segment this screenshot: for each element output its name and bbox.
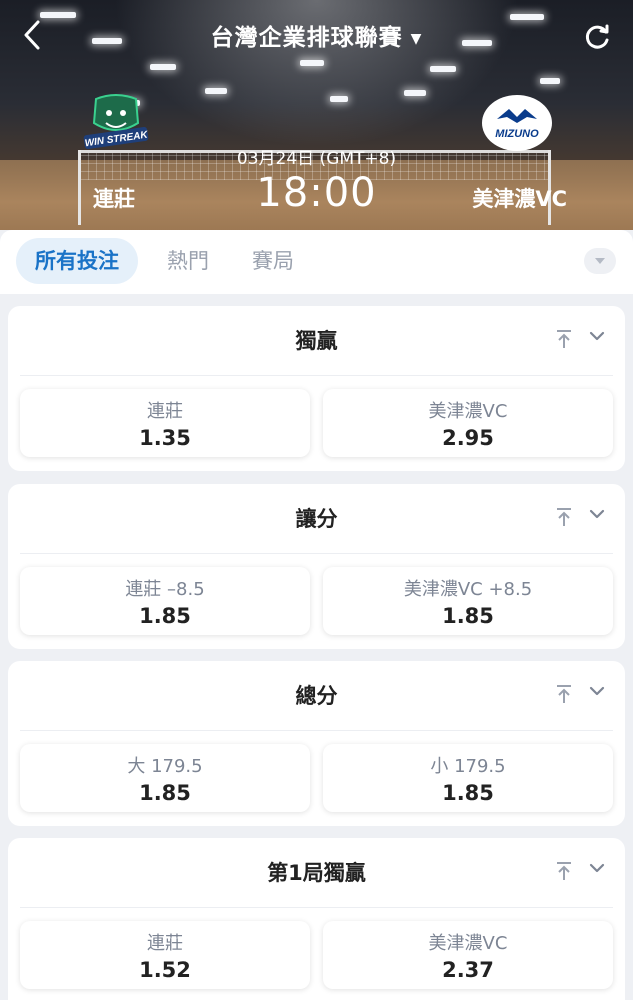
chevron-down-icon[interactable] <box>587 326 607 346</box>
outcome-label: 大 179.5 <box>127 756 203 777</box>
outcome-odds: 1.85 <box>139 781 191 805</box>
pin-to-top-icon[interactable] <box>555 683 573 705</box>
market-title: 第1局獨贏 <box>267 861 366 885</box>
outcome-odds: 1.35 <box>139 426 191 450</box>
caret-down-icon: ▼ <box>410 30 423 47</box>
tab-all-bets[interactable]: 所有投注 <box>16 238 138 284</box>
pin-to-top-icon[interactable] <box>555 860 573 882</box>
chevron-down-icon[interactable] <box>587 681 607 701</box>
outcome-label: 連莊 <box>147 933 183 954</box>
odds-button[interactable]: 美津濃VC 2.37 <box>323 921 613 989</box>
outcome-label: 美津濃VC <box>428 401 508 422</box>
outcome-label: 連莊 <box>147 401 183 422</box>
market-title: 讓分 <box>295 507 338 531</box>
outcome-odds: 2.95 <box>442 426 494 450</box>
pin-to-top-icon[interactable] <box>555 328 573 350</box>
tabs-dropdown-button[interactable] <box>584 248 616 274</box>
league-title: 台灣企業排球聯賽 <box>210 25 403 51</box>
bet-category-tabs: 所有投注 熱門 賽局 <box>0 230 633 294</box>
match-date: 03月24日 (GMT+8) <box>236 149 397 169</box>
chevron-down-icon[interactable] <box>587 858 607 878</box>
outcome-odds: 1.85 <box>442 781 494 805</box>
pin-to-top-icon[interactable] <box>555 506 573 528</box>
odds-button[interactable]: 小 179.5 1.85 <box>323 744 613 812</box>
home-team-name: 連莊 <box>93 187 135 211</box>
market-title: 獨贏 <box>295 329 338 353</box>
outcome-odds: 2.37 <box>442 958 494 982</box>
odds-button[interactable]: 連莊 –8.5 1.85 <box>20 567 310 635</box>
outcome-label: 連莊 –8.5 <box>125 579 205 600</box>
match-header: 台灣企業排球聯賽 ▼ WIN STREAK MIZUNO 03月24日 (GMT+… <box>0 0 633 230</box>
league-selector[interactable]: 台灣企業排球聯賽 ▼ <box>0 18 633 52</box>
odds-button[interactable]: 大 179.5 1.85 <box>20 744 310 812</box>
away-team-logo: MIZUNO <box>482 95 552 151</box>
odds-button[interactable]: 美津濃VC 2.95 <box>323 389 613 457</box>
odds-button[interactable]: 連莊 1.35 <box>20 389 310 457</box>
outcome-label: 美津濃VC <box>428 933 508 954</box>
market-title: 總分 <box>295 684 338 708</box>
outcome-odds: 1.52 <box>139 958 191 982</box>
away-team-name: 美津濃VC <box>472 187 567 211</box>
odds-button[interactable]: 美津濃VC +8.5 1.85 <box>323 567 613 635</box>
outcome-label: 小 179.5 <box>430 756 506 777</box>
svg-text:MIZUNO: MIZUNO <box>495 128 539 140</box>
outcome-odds: 1.85 <box>139 604 191 628</box>
market-card-moneyline: 獨贏 連莊 1.35 美津濃VC 2.95 <box>8 306 625 471</box>
outcome-label: 美津濃VC +8.5 <box>403 579 533 600</box>
tab-sets[interactable]: 賽局 <box>233 238 313 284</box>
refresh-button[interactable] <box>582 22 612 52</box>
tab-popular[interactable]: 熱門 <box>148 238 228 284</box>
market-card-total: 總分 大 179.5 1.85 小 179.5 1.85 <box>8 661 625 826</box>
odds-button[interactable]: 連莊 1.52 <box>20 921 310 989</box>
refresh-icon <box>585 24 609 49</box>
market-card-handicap: 讓分 連莊 –8.5 1.85 美津濃VC +8.5 1.85 <box>8 484 625 649</box>
chevron-down-icon[interactable] <box>587 504 607 524</box>
outcome-odds: 1.85 <box>442 604 494 628</box>
market-card-set1-moneyline: 第1局獨贏 連莊 1.52 美津濃VC 2.37 <box>8 838 625 1000</box>
chevron-down-icon <box>595 258 605 264</box>
